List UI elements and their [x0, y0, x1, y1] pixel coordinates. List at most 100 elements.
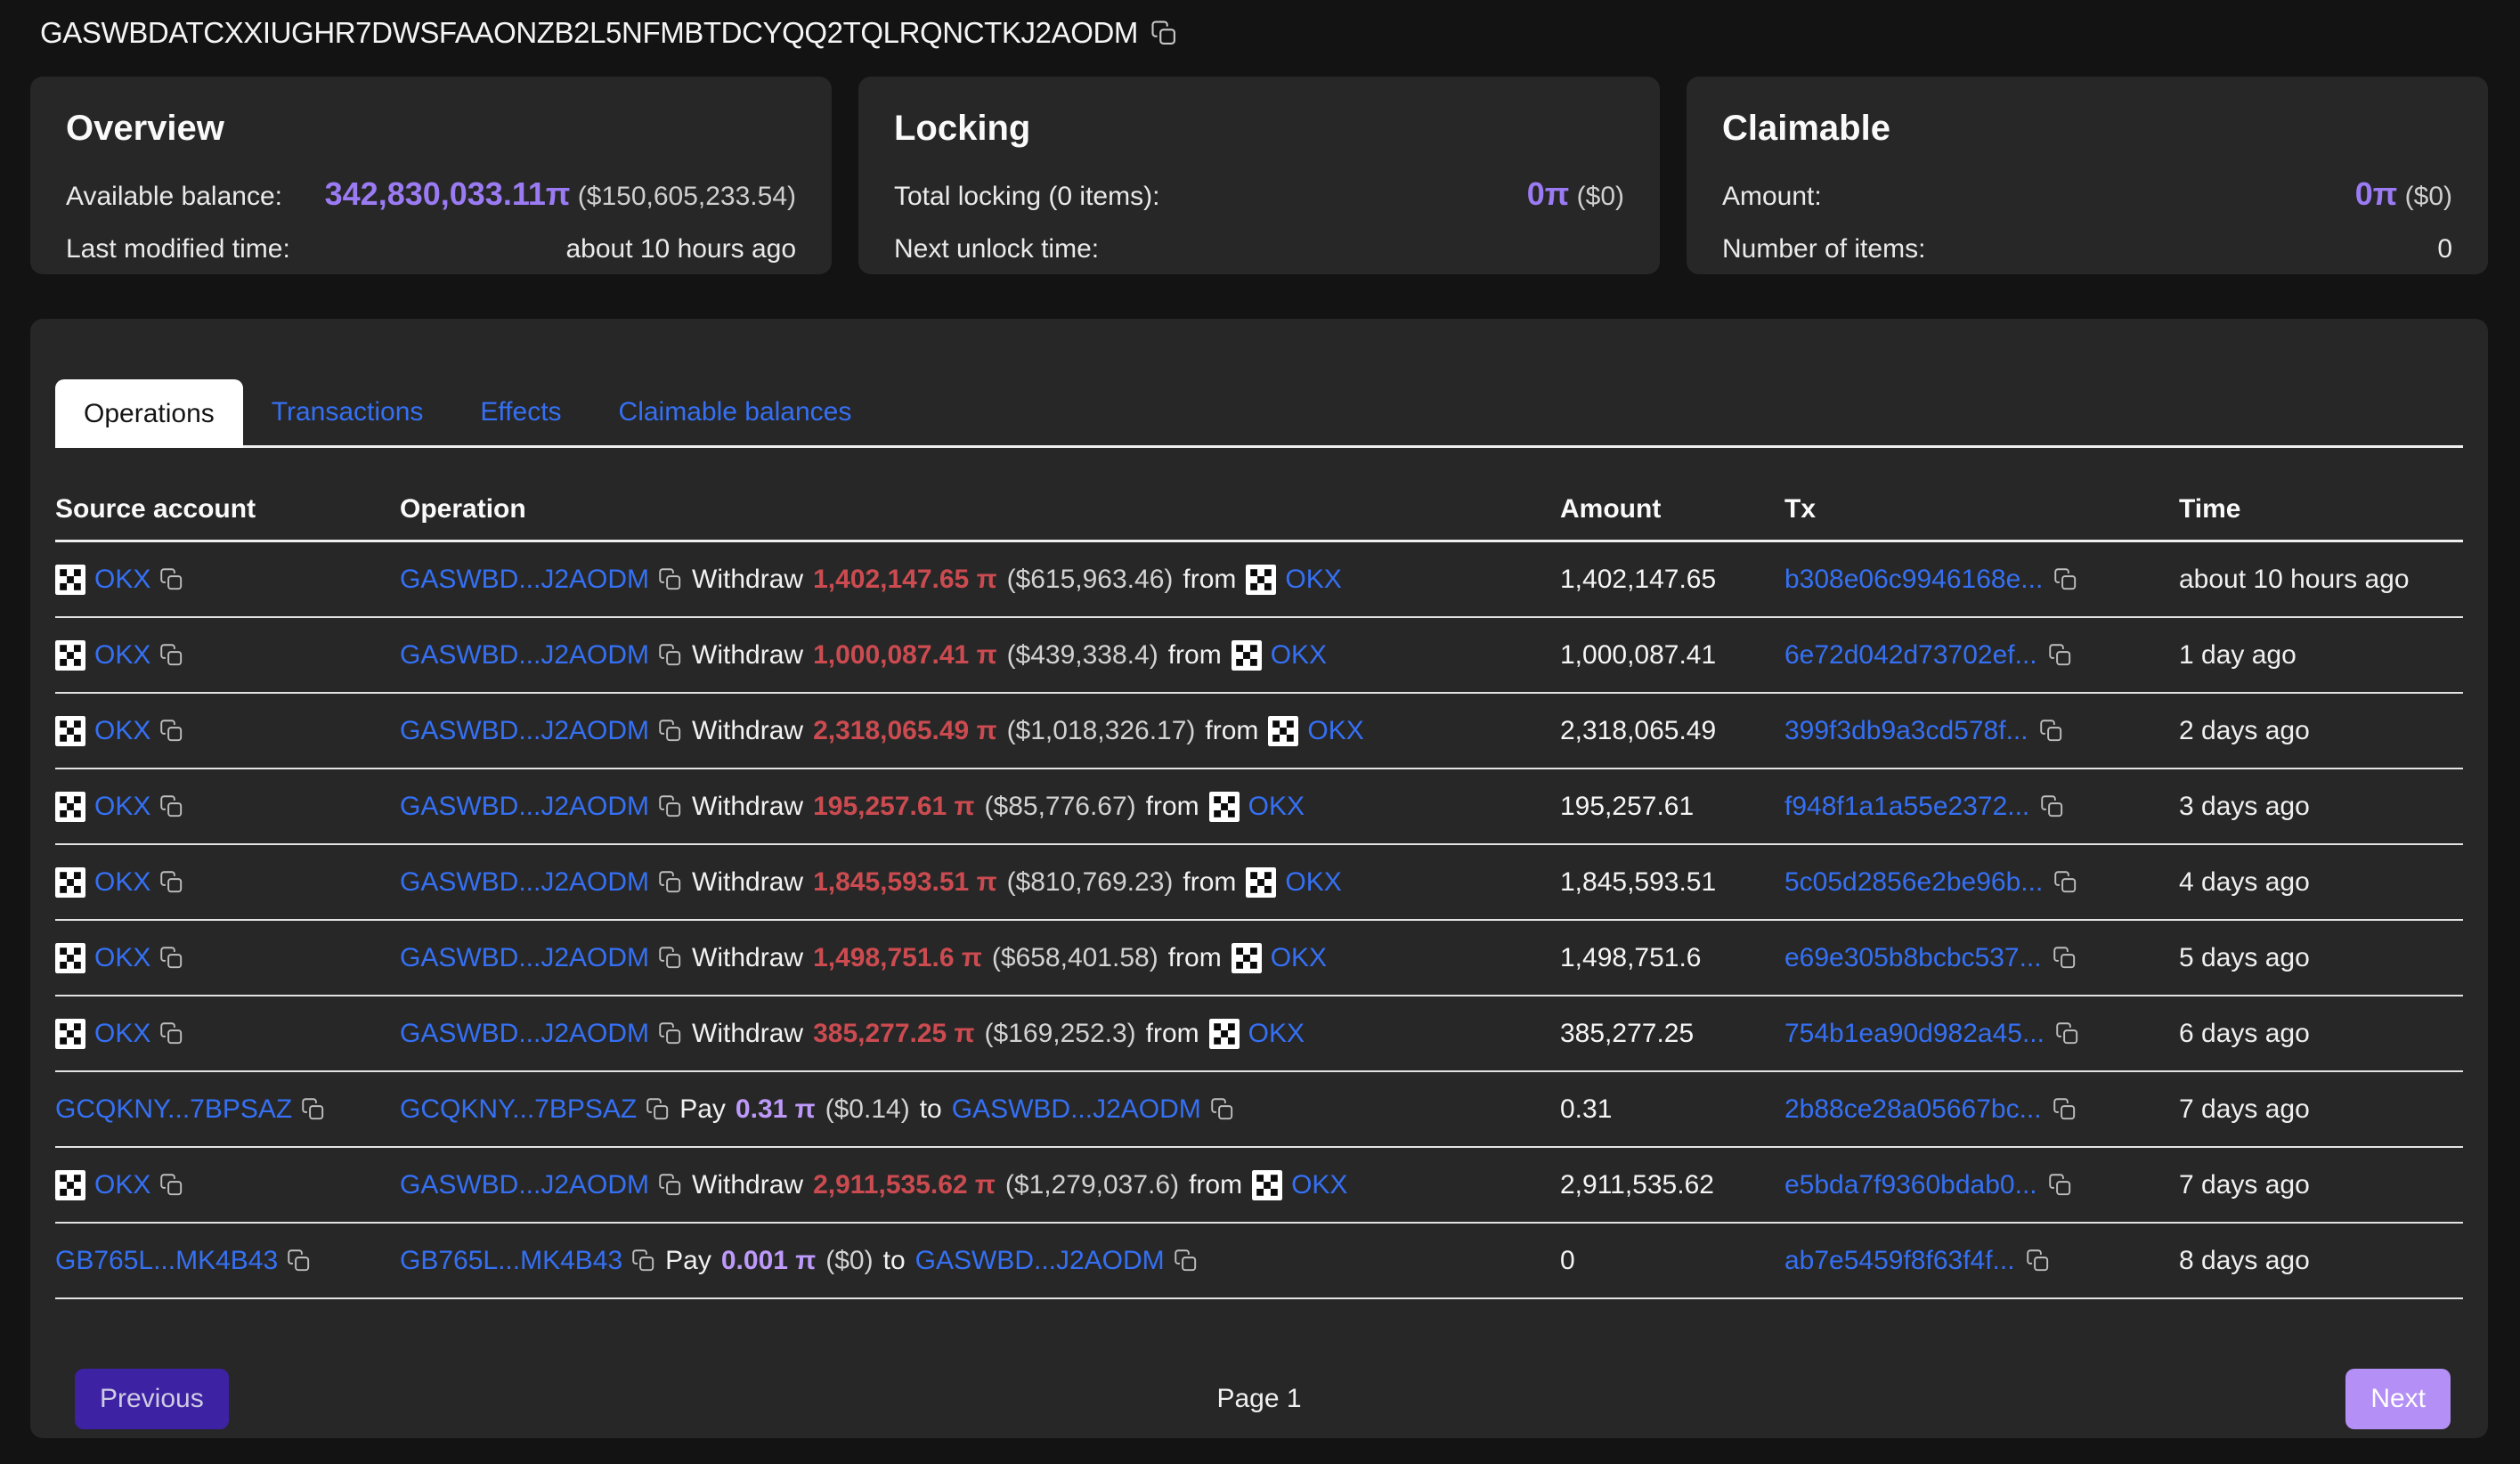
- copy-icon[interactable]: [658, 794, 682, 818]
- copy-icon[interactable]: [631, 1248, 655, 1273]
- copy-icon[interactable]: [159, 794, 183, 818]
- account-link[interactable]: GASWBD...J2AODM: [400, 867, 649, 898]
- tx-hash-link[interactable]: 399f3db9a3cd578f...: [1784, 716, 2028, 746]
- copy-icon[interactable]: [2053, 870, 2077, 894]
- okx-logo-icon: [1209, 792, 1240, 822]
- copy-icon[interactable]: [301, 1097, 325, 1121]
- tab-claimable-balances[interactable]: Claimable balances: [590, 379, 881, 445]
- okx-link[interactable]: OKX: [1271, 943, 1327, 973]
- copy-icon[interactable]: [2026, 1248, 2050, 1273]
- okx-link[interactable]: OKX: [94, 716, 150, 746]
- account-link[interactable]: GCQKNY...7BPSAZ: [400, 1094, 637, 1125]
- copy-icon[interactable]: [159, 643, 183, 667]
- operation-connector: to: [883, 1246, 906, 1276]
- okx-link[interactable]: OKX: [94, 640, 150, 671]
- copy-icon[interactable]: [159, 567, 183, 591]
- copy-icon[interactable]: [658, 946, 682, 970]
- okx-link[interactable]: OKX: [94, 943, 150, 973]
- okx-link[interactable]: OKX: [94, 867, 150, 898]
- tx-hash-link[interactable]: 6e72d042d73702ef...: [1784, 640, 2037, 671]
- okx-link[interactable]: OKX: [94, 1019, 150, 1049]
- operation-usd-value: ($1,018,326.17): [1007, 716, 1196, 746]
- account-link[interactable]: GASWBD...J2AODM: [400, 792, 649, 822]
- account-link[interactable]: GASWBD...J2AODM: [400, 565, 649, 595]
- amount-cell: 1,845,593.51: [1560, 867, 1784, 898]
- account-link[interactable]: GASWBD...J2AODM: [400, 1019, 649, 1049]
- tx-hash-link[interactable]: 2b88ce28a05667bc...: [1784, 1094, 2042, 1125]
- copy-icon[interactable]: [658, 1173, 682, 1197]
- tx-hash-link[interactable]: ab7e5459f8f63f4f...: [1784, 1246, 2015, 1276]
- exchange-entity: OKX: [55, 640, 183, 671]
- copy-icon[interactable]: [2048, 1173, 2072, 1197]
- copy-icon[interactable]: [2053, 1097, 2077, 1121]
- account-link[interactable]: GASWBD...J2AODM: [915, 1246, 1165, 1276]
- table-row: OKX GASWBD...J2AODMWithdraw1,402,147.65 …: [55, 542, 2463, 618]
- okx-link[interactable]: OKX: [1307, 716, 1363, 746]
- operation-cell: GASWBD...J2AODMWithdraw1,402,147.65 π($6…: [400, 565, 1560, 595]
- copy-icon[interactable]: [2055, 1021, 2079, 1045]
- copy-icon[interactable]: [159, 1021, 183, 1045]
- tx-hash-link[interactable]: 5c05d2856e2be96b...: [1784, 867, 2043, 898]
- copy-icon[interactable]: [1150, 20, 1177, 46]
- tab-operations[interactable]: Operations: [55, 379, 243, 448]
- tx-hash-link[interactable]: e5bda7f9360bdab0...: [1784, 1170, 2037, 1200]
- okx-link[interactable]: OKX: [1291, 1170, 1347, 1200]
- tab-transactions[interactable]: Transactions: [243, 379, 452, 445]
- okx-logo-icon: [1209, 1019, 1240, 1049]
- account-link[interactable]: GASWBD...J2AODM: [400, 716, 649, 746]
- okx-link[interactable]: OKX: [1271, 640, 1327, 671]
- tx-cell: 2b88ce28a05667bc...: [1784, 1094, 2179, 1125]
- next-page-button[interactable]: Next: [2345, 1369, 2451, 1429]
- copy-icon[interactable]: [159, 1173, 183, 1197]
- tab-effects[interactable]: Effects: [451, 379, 589, 445]
- copy-icon[interactable]: [159, 719, 183, 743]
- okx-link[interactable]: OKX: [1248, 1019, 1305, 1049]
- copy-icon[interactable]: [2053, 567, 2077, 591]
- time-cell: 3 days ago: [2179, 792, 2463, 822]
- exchange-entity: OKX: [1268, 716, 1363, 746]
- account-link[interactable]: GCQKNY...7BPSAZ: [55, 1094, 292, 1125]
- copy-icon[interactable]: [658, 719, 682, 743]
- time-cell: 7 days ago: [2179, 1170, 2463, 1200]
- tx-hash-link[interactable]: b308e06c9946168e...: [1784, 565, 2043, 595]
- copy-icon[interactable]: [658, 643, 682, 667]
- okx-link[interactable]: OKX: [1285, 565, 1341, 595]
- account-link[interactable]: GASWBD...J2AODM: [952, 1094, 1201, 1125]
- last-modified-label: Last modified time:: [66, 234, 290, 264]
- account-link[interactable]: GASWBD...J2AODM: [400, 943, 649, 973]
- okx-link[interactable]: OKX: [94, 565, 150, 595]
- account-link[interactable]: GASWBD...J2AODM: [400, 640, 649, 671]
- copy-icon[interactable]: [1174, 1248, 1198, 1273]
- account-link[interactable]: GASWBD...J2AODM: [400, 1170, 649, 1200]
- okx-link[interactable]: OKX: [94, 792, 150, 822]
- page-indicator: Page 1: [1216, 1384, 1301, 1414]
- okx-link[interactable]: OKX: [1248, 792, 1305, 822]
- operation-amount: 385,277.25 π: [813, 1019, 974, 1049]
- previous-page-button[interactable]: Previous: [75, 1369, 229, 1429]
- tx-hash-link[interactable]: 754b1ea90d982a45...: [1784, 1019, 2044, 1049]
- account-link[interactable]: GB765L...MK4B43: [400, 1246, 622, 1276]
- copy-icon[interactable]: [2053, 946, 2077, 970]
- tx-cell: f948f1a1a55e2372...: [1784, 792, 2179, 822]
- operation-usd-value: ($0): [825, 1246, 873, 1276]
- copy-icon[interactable]: [1210, 1097, 1234, 1121]
- operation-usd-value: ($169,252.3): [985, 1019, 1136, 1049]
- copy-icon[interactable]: [646, 1097, 670, 1121]
- copy-icon[interactable]: [2048, 643, 2072, 667]
- tx-hash-link[interactable]: e69e305b8bcbc537...: [1784, 943, 2042, 973]
- copy-icon[interactable]: [2039, 719, 2063, 743]
- copy-icon[interactable]: [658, 1021, 682, 1045]
- exchange-entity: OKX: [55, 867, 183, 898]
- copy-icon[interactable]: [658, 870, 682, 894]
- tx-hash-link[interactable]: f948f1a1a55e2372...: [1784, 792, 2029, 822]
- copy-icon[interactable]: [287, 1248, 311, 1273]
- okx-link[interactable]: OKX: [1285, 867, 1341, 898]
- okx-link[interactable]: OKX: [94, 1170, 150, 1200]
- copy-icon[interactable]: [159, 946, 183, 970]
- account-link[interactable]: GB765L...MK4B43: [55, 1246, 278, 1276]
- source-account-cell: OKX: [55, 792, 400, 822]
- copy-icon[interactable]: [658, 567, 682, 591]
- copy-icon[interactable]: [159, 870, 183, 894]
- copy-icon[interactable]: [2040, 794, 2064, 818]
- operation-cell: GASWBD...J2AODMWithdraw385,277.25 π($169…: [400, 1019, 1560, 1049]
